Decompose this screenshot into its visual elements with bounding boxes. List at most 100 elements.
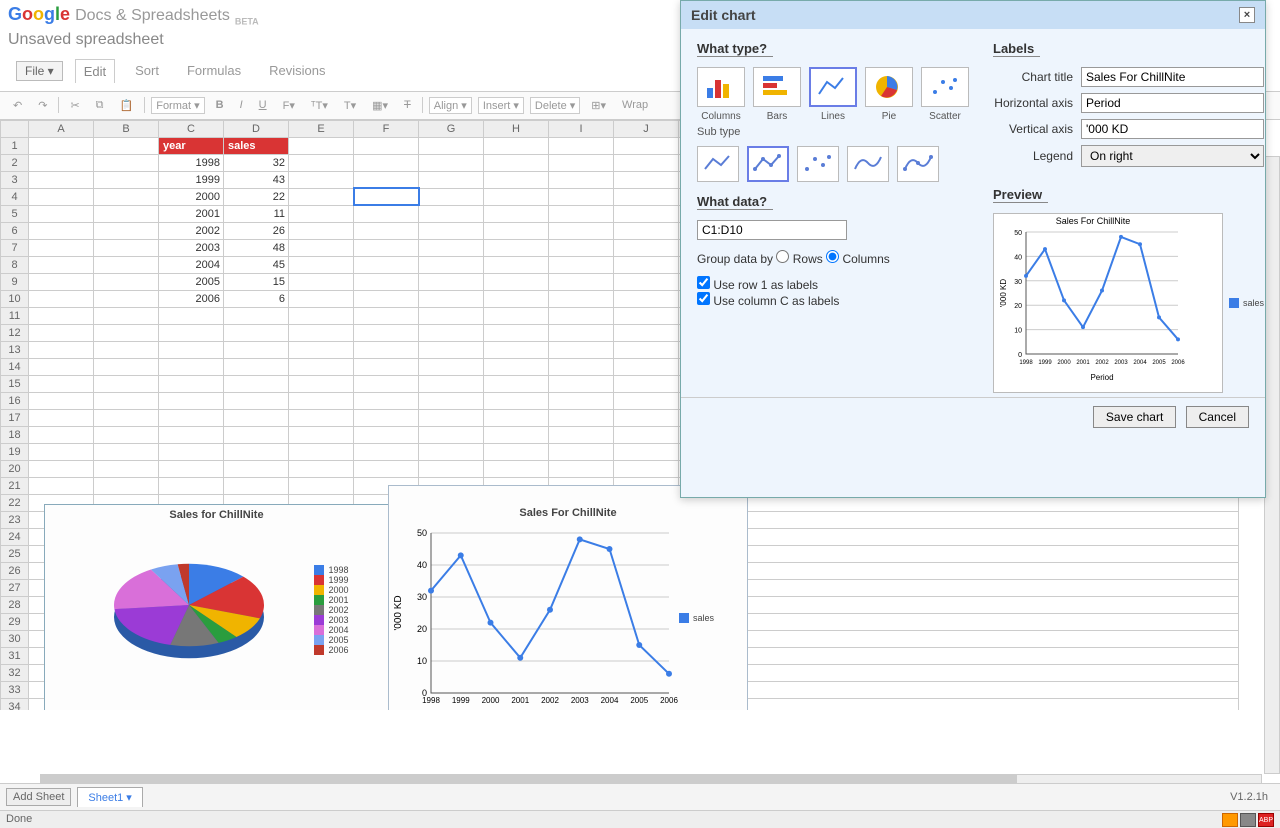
cell[interactable]: 2000: [159, 188, 224, 205]
tray-icon[interactable]: [1240, 813, 1256, 827]
row-header[interactable]: 29: [1, 613, 29, 630]
row-header[interactable]: 27: [1, 579, 29, 596]
chart-type-scatter[interactable]: [921, 67, 969, 107]
row-header[interactable]: 22: [1, 494, 29, 511]
row-header[interactable]: 23: [1, 511, 29, 528]
row-header[interactable]: 2: [1, 154, 29, 171]
cell[interactable]: year: [159, 137, 224, 154]
cell[interactable]: 45: [224, 256, 289, 273]
redo-icon[interactable]: ↷: [33, 96, 52, 115]
align-select[interactable]: Align ▾: [429, 97, 472, 114]
row-header[interactable]: 19: [1, 443, 29, 460]
row-header[interactable]: 10: [1, 290, 29, 307]
font-size-icon[interactable]: ᵀT▾: [306, 96, 333, 115]
row-header[interactable]: 17: [1, 409, 29, 426]
subtype-line-dots[interactable]: [747, 146, 789, 182]
format-select[interactable]: Format ▾: [151, 97, 204, 114]
legend-select[interactable]: On right: [1081, 145, 1264, 167]
cell[interactable]: 1999: [159, 171, 224, 188]
col-header[interactable]: F: [354, 120, 419, 137]
row-header[interactable]: 15: [1, 375, 29, 392]
cell[interactable]: 11: [224, 205, 289, 222]
row-header[interactable]: 13: [1, 341, 29, 358]
vaxis-input[interactable]: [1081, 119, 1264, 139]
wrap-toggle[interactable]: Wrap: [617, 96, 653, 114]
cell[interactable]: 2004: [159, 256, 224, 273]
text-color-icon[interactable]: T▾: [339, 96, 361, 115]
row-header[interactable]: 18: [1, 426, 29, 443]
col-header[interactable]: C: [159, 120, 224, 137]
row-header[interactable]: 31: [1, 647, 29, 664]
row-header[interactable]: 11: [1, 307, 29, 324]
tray-icon[interactable]: [1222, 813, 1238, 827]
delete-select[interactable]: Delete ▾: [530, 97, 580, 114]
cell[interactable]: sales: [224, 137, 289, 154]
col-header[interactable]: E: [289, 120, 354, 137]
chart-type-lines[interactable]: [809, 67, 857, 107]
menu-formulas[interactable]: Formulas: [179, 59, 249, 82]
haxis-input[interactable]: [1081, 93, 1264, 113]
file-menu[interactable]: File ▾: [16, 61, 63, 81]
cell[interactable]: 48: [224, 239, 289, 256]
row-header[interactable]: 12: [1, 324, 29, 341]
chart-type-columns[interactable]: [697, 67, 745, 107]
close-icon[interactable]: ×: [1239, 7, 1255, 23]
row-header[interactable]: 26: [1, 562, 29, 579]
vertical-scrollbar[interactable]: [1264, 156, 1280, 774]
group-columns-radio[interactable]: Columns: [826, 252, 890, 266]
cell[interactable]: 26: [224, 222, 289, 239]
add-sheet-button[interactable]: Add Sheet: [6, 788, 71, 806]
menu-sort[interactable]: Sort: [127, 59, 167, 82]
row-header[interactable]: 4: [1, 188, 29, 205]
menu-edit[interactable]: Edit: [75, 59, 115, 83]
save-chart-button[interactable]: Save chart: [1093, 406, 1176, 428]
row-header[interactable]: 9: [1, 273, 29, 290]
cell[interactable]: 2002: [159, 222, 224, 239]
group-rows-radio[interactable]: Rows: [776, 252, 822, 266]
sheet-tab[interactable]: Sheet1 ▾: [77, 787, 142, 807]
subtype-line-plain[interactable]: [697, 146, 739, 182]
underline-icon[interactable]: U: [254, 96, 272, 114]
row-header[interactable]: 6: [1, 222, 29, 239]
clear-format-icon[interactable]: T: [399, 96, 416, 114]
use-colc-checkbox[interactable]: Use column C as labels: [697, 294, 839, 308]
col-header[interactable]: B: [94, 120, 159, 137]
row-header[interactable]: 7: [1, 239, 29, 256]
col-header[interactable]: G: [419, 120, 484, 137]
embedded-pie-chart[interactable]: Sales for ChillNite 19981999200020012002…: [44, 504, 389, 710]
row-header[interactable]: 3: [1, 171, 29, 188]
col-header[interactable]: I: [549, 120, 614, 137]
col-header[interactable]: A: [29, 120, 94, 137]
cell[interactable]: 2006: [159, 290, 224, 307]
row-header[interactable]: 24: [1, 528, 29, 545]
chart-type-pie[interactable]: [865, 67, 913, 107]
row-header[interactable]: 30: [1, 630, 29, 647]
cell[interactable]: 43: [224, 171, 289, 188]
data-range-input[interactable]: [697, 220, 847, 240]
cell[interactable]: 22: [224, 188, 289, 205]
row-header[interactable]: 1: [1, 137, 29, 154]
bold-icon[interactable]: B: [211, 96, 229, 114]
col-header[interactable]: J: [614, 120, 679, 137]
row-header[interactable]: 32: [1, 664, 29, 681]
row-header[interactable]: 14: [1, 358, 29, 375]
cell[interactable]: 2003: [159, 239, 224, 256]
use-row1-checkbox[interactable]: Use row 1 as labels: [697, 278, 818, 292]
cancel-button[interactable]: Cancel: [1186, 406, 1249, 428]
paste-icon[interactable]: 📋: [115, 96, 139, 115]
cell[interactable]: 2001: [159, 205, 224, 222]
row-header[interactable]: 8: [1, 256, 29, 273]
cell[interactable]: 32: [224, 154, 289, 171]
col-header[interactable]: D: [224, 120, 289, 137]
fill-color-icon[interactable]: ▦▾: [367, 96, 393, 115]
undo-icon[interactable]: ↶: [8, 96, 27, 115]
active-cell[interactable]: [354, 188, 419, 205]
col-header[interactable]: H: [484, 120, 549, 137]
italic-icon[interactable]: I: [235, 96, 248, 114]
menu-revisions[interactable]: Revisions: [261, 59, 333, 82]
subtype-smooth[interactable]: [847, 146, 889, 182]
row-header[interactable]: 28: [1, 596, 29, 613]
cell[interactable]: 15: [224, 273, 289, 290]
cell[interactable]: 6: [224, 290, 289, 307]
row-header[interactable]: 5: [1, 205, 29, 222]
